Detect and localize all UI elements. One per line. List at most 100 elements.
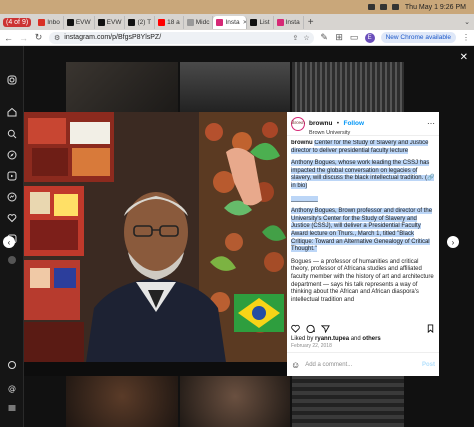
instagram-logo-icon[interactable] xyxy=(6,74,18,86)
new-tab-button[interactable]: + xyxy=(308,17,314,28)
liked-by-user[interactable]: ryann.tupea xyxy=(315,336,349,342)
caption-body: Anthony Bogues, Brown professor and dire… xyxy=(291,208,433,253)
background-post-tile[interactable] xyxy=(180,376,290,427)
post-caption: brownu Center for the Study of Slavery a… xyxy=(291,140,435,320)
caption-handle[interactable]: brownu xyxy=(291,140,313,146)
tab-label: Insta xyxy=(285,18,300,26)
liked-by-and: and xyxy=(350,336,361,342)
search-icon[interactable] xyxy=(391,4,399,10)
more-menu-icon[interactable]: ⋮ xyxy=(462,33,470,42)
post-image[interactable] xyxy=(24,112,287,376)
tab-instagram-2[interactable]: Insta xyxy=(274,15,304,29)
url-text[interactable]: instagram.com/p/BfgsP8YlsPZ/ xyxy=(64,34,161,41)
comment-box: ☺ Add a comment... Post xyxy=(287,352,439,376)
post-comment-button[interactable]: Post xyxy=(422,362,435,368)
post-options-icon[interactable]: ⋯ xyxy=(427,119,435,128)
account-avatar[interactable]: Brown xyxy=(291,116,305,131)
chevron-down-icon[interactable]: ⌄ xyxy=(464,18,470,26)
likes-line: Liked by ryann.tupea and others xyxy=(291,336,381,342)
account-subtitle: Brown University xyxy=(309,129,351,136)
site-info-icon[interactable]: ⚙ xyxy=(54,34,60,42)
reload-icon[interactable]: ↻ xyxy=(34,32,43,43)
more-menu-hamburger-icon[interactable] xyxy=(6,402,18,414)
threads-app-icon[interactable]: @ xyxy=(6,382,18,394)
tab-count-badge: (4 of 9) xyxy=(3,17,32,27)
browser-toolbar: ← → ↻ ⚙ instagram.com/p/BfgsP8YlsPZ/ ⇪ ☆… xyxy=(0,30,474,46)
background-post-tile[interactable] xyxy=(180,62,290,112)
close-modal-icon[interactable]: ✕ xyxy=(460,52,468,63)
avatar-logo-text: Brown xyxy=(291,121,305,126)
profile-avatar[interactable]: E xyxy=(364,32,375,43)
comment-input[interactable]: Add a comment... xyxy=(305,362,417,368)
tab-midc[interactable]: Midc xyxy=(184,15,214,29)
tab-label: 18 a xyxy=(167,18,180,26)
tab-instagram-active[interactable]: Insta ✕ xyxy=(213,15,248,29)
post-date[interactable]: February 22, 2018 xyxy=(291,343,332,349)
battery-icon[interactable] xyxy=(367,4,375,10)
tab-youtube[interactable]: 18 a xyxy=(155,15,184,29)
tab-label: (2) T xyxy=(137,18,152,26)
threads-icon[interactable] xyxy=(6,359,18,371)
instagram-icon xyxy=(216,18,224,26)
tab-list[interactable]: List xyxy=(247,15,274,29)
notifications-heart-icon[interactable] xyxy=(6,212,18,224)
post-actions xyxy=(291,322,435,334)
separator-dot: • xyxy=(336,120,340,127)
back-arrow-icon[interactable]: ← xyxy=(4,33,13,43)
post-photo-graphic xyxy=(24,112,287,376)
background-post-tile[interactable] xyxy=(66,62,178,112)
new-chrome-available-button[interactable]: New Chrome available xyxy=(380,32,456,43)
x-icon xyxy=(250,18,258,26)
tab-label: Inbo xyxy=(47,18,60,26)
bookmark-star-icon[interactable]: ☆ xyxy=(303,34,309,42)
tab-label: EVW xyxy=(106,18,122,26)
share-send-icon[interactable] xyxy=(321,324,330,333)
caption-body-continued: Bogues — a professor of humanities and c… xyxy=(291,258,434,303)
address-bar[interactable]: ⚙ instagram.com/p/BfgsP8YlsPZ/ ⇪ ☆ xyxy=(49,31,314,44)
sidebar-icon[interactable]: ▭ xyxy=(350,32,359,43)
messages-icon[interactable] xyxy=(6,191,18,203)
svg-text:@: @ xyxy=(8,384,16,393)
background-post-tile[interactable] xyxy=(292,376,404,427)
background-post-tile[interactable] xyxy=(66,376,178,427)
tab-x-2[interactable]: EVW xyxy=(95,15,126,29)
comment-bubble-icon[interactable] xyxy=(306,324,315,333)
tab-label: Insta xyxy=(225,18,240,26)
follow-button[interactable]: Follow xyxy=(343,120,364,127)
account-name[interactable]: brownu xyxy=(309,120,332,127)
like-heart-icon[interactable] xyxy=(291,324,300,333)
extensions-icon[interactable]: ✎ xyxy=(320,32,329,43)
tab-gmail[interactable]: Inbo xyxy=(35,15,64,29)
share-icon[interactable]: ⇪ xyxy=(292,34,298,42)
caption-divider: ________ xyxy=(291,195,318,202)
mac-menu-bar: Thu May 1 9:26 PM xyxy=(0,0,474,14)
reels-icon[interactable] xyxy=(6,170,18,182)
gmail-icon xyxy=(38,18,46,26)
post-detail-panel: Brown brownu • Follow Brown University ⋯… xyxy=(287,112,439,376)
instagram-page: ✕ @ Brown brownu • Follow Brown Universi… xyxy=(0,46,474,427)
forward-arrow-icon[interactable]: → xyxy=(19,33,28,43)
menu-clock[interactable]: Thu May 1 9:26 PM xyxy=(405,4,466,11)
tab-threads[interactable]: (2) T xyxy=(125,15,156,29)
previous-post-arrow[interactable]: ‹ xyxy=(3,236,15,248)
post-header: Brown brownu • Follow Brown University ⋯ xyxy=(287,112,439,136)
search-icon[interactable] xyxy=(6,128,18,140)
profile-icon[interactable] xyxy=(6,254,18,266)
omnibox-icons: ⇪ ☆ xyxy=(292,34,313,42)
threads-icon xyxy=(128,18,136,26)
explore-compass-icon[interactable] xyxy=(6,149,18,161)
wifi-icon[interactable] xyxy=(379,4,387,10)
home-icon[interactable] xyxy=(6,106,18,118)
liked-by-others[interactable]: others xyxy=(362,336,380,342)
tab-label: Midc xyxy=(195,18,210,26)
extension-puzzle-icon[interactable]: ⊞ xyxy=(335,32,344,43)
x-icon xyxy=(97,18,105,26)
youtube-icon xyxy=(158,18,166,26)
background-post-tile[interactable] xyxy=(292,62,404,112)
next-post-arrow[interactable]: › xyxy=(447,236,459,248)
emoji-smiley-icon[interactable]: ☺ xyxy=(291,360,300,370)
save-bookmark-icon[interactable] xyxy=(426,323,435,333)
tab-x-1[interactable]: EVW xyxy=(64,15,95,29)
status-tray xyxy=(367,4,399,10)
account-meta: brownu • Follow Brown University xyxy=(309,112,364,136)
